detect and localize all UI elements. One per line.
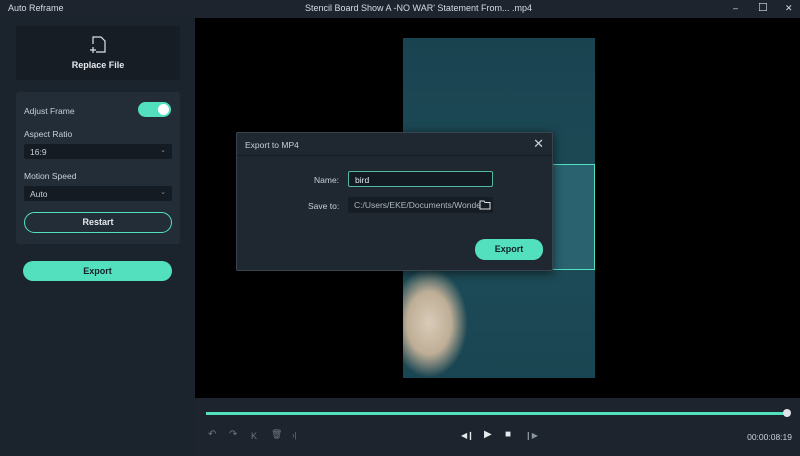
adjust-frame-label: Adjust Frame xyxy=(24,106,75,116)
stop-icon[interactable]: ■ xyxy=(505,429,511,440)
sidebar: Replace File Adjust Frame Aspect Ratio 1… xyxy=(0,18,195,456)
aspect-ratio-value: 16:9 xyxy=(30,147,47,157)
settings-panel: Adjust Frame Aspect Ratio 16:9 ⌄ Motion S… xyxy=(16,92,180,244)
chevron-down-icon: ⌄ xyxy=(160,189,166,196)
replace-file-button[interactable]: Replace File xyxy=(16,26,180,80)
add-file-icon xyxy=(90,36,106,53)
dialog-title: Export to MP4 xyxy=(245,140,299,150)
undo-icon[interactable]: ↶ xyxy=(208,429,216,440)
export-button[interactable]: Export xyxy=(23,261,172,281)
export-dialog: Export to MP4 ✕ Name: bird Save to: C:/U… xyxy=(236,132,553,271)
motion-speed-select[interactable]: Auto ⌄ xyxy=(24,186,172,201)
player-controls: ↶ ↷ K 🗑 ›| ◀❙ ▶ ■ ❙▶ 00:00:08:19 xyxy=(195,398,800,456)
name-input[interactable]: bird xyxy=(348,171,493,187)
chevron-down-icon: ⌄ xyxy=(160,147,166,154)
adjust-frame-toggle[interactable] xyxy=(138,102,171,117)
name-label: Name: xyxy=(314,175,340,185)
motion-speed-label: Motion Speed xyxy=(24,171,77,181)
app-name: Auto Reframe xyxy=(8,3,64,13)
close-button[interactable]: ✕ xyxy=(785,3,793,14)
dialog-close-icon[interactable]: ✕ xyxy=(533,136,544,152)
minimize-button[interactable]: – xyxy=(733,3,738,13)
delete-icon[interactable]: 🗑 xyxy=(271,429,282,440)
aspect-ratio-select[interactable]: 16:9 ⌄ xyxy=(24,144,172,159)
maximize-button[interactable]: ☐ xyxy=(758,1,768,14)
restart-button[interactable]: Restart xyxy=(24,212,172,233)
dialog-export-button[interactable]: Export xyxy=(475,239,543,260)
save-to-label: Save to: xyxy=(308,201,340,211)
save-path-input[interactable]: C:/Users/EKE/Documents/Wonde xyxy=(348,197,493,213)
file-title: Stencil Board Show A -NO WAR' Statement … xyxy=(305,3,532,13)
progress-bar[interactable] xyxy=(206,412,788,415)
title-bar: Auto Reframe Stencil Board Show A -NO WA… xyxy=(0,0,800,18)
video-subject xyxy=(403,268,468,378)
step-back-icon[interactable]: ◀❙ xyxy=(461,431,474,440)
go-end-icon[interactable]: ›| xyxy=(292,431,297,440)
save-path-value: C:/Users/EKE/Documents/Wonde xyxy=(354,200,481,210)
folder-icon[interactable] xyxy=(479,200,491,210)
step-forward-icon[interactable]: ❙▶ xyxy=(525,431,538,440)
motion-speed-value: Auto xyxy=(30,189,48,199)
progress-handle[interactable] xyxy=(783,409,791,417)
dialog-header: Export to MP4 ✕ xyxy=(237,133,552,156)
aspect-ratio-label: Aspect Ratio xyxy=(24,129,73,139)
timecode: 00:00:08:19 xyxy=(747,432,792,442)
replace-file-label: Replace File xyxy=(71,60,125,70)
play-icon[interactable]: ▶ xyxy=(484,429,492,440)
redo-icon[interactable]: ↷ xyxy=(229,429,237,440)
go-start-icon[interactable]: K xyxy=(251,431,257,441)
